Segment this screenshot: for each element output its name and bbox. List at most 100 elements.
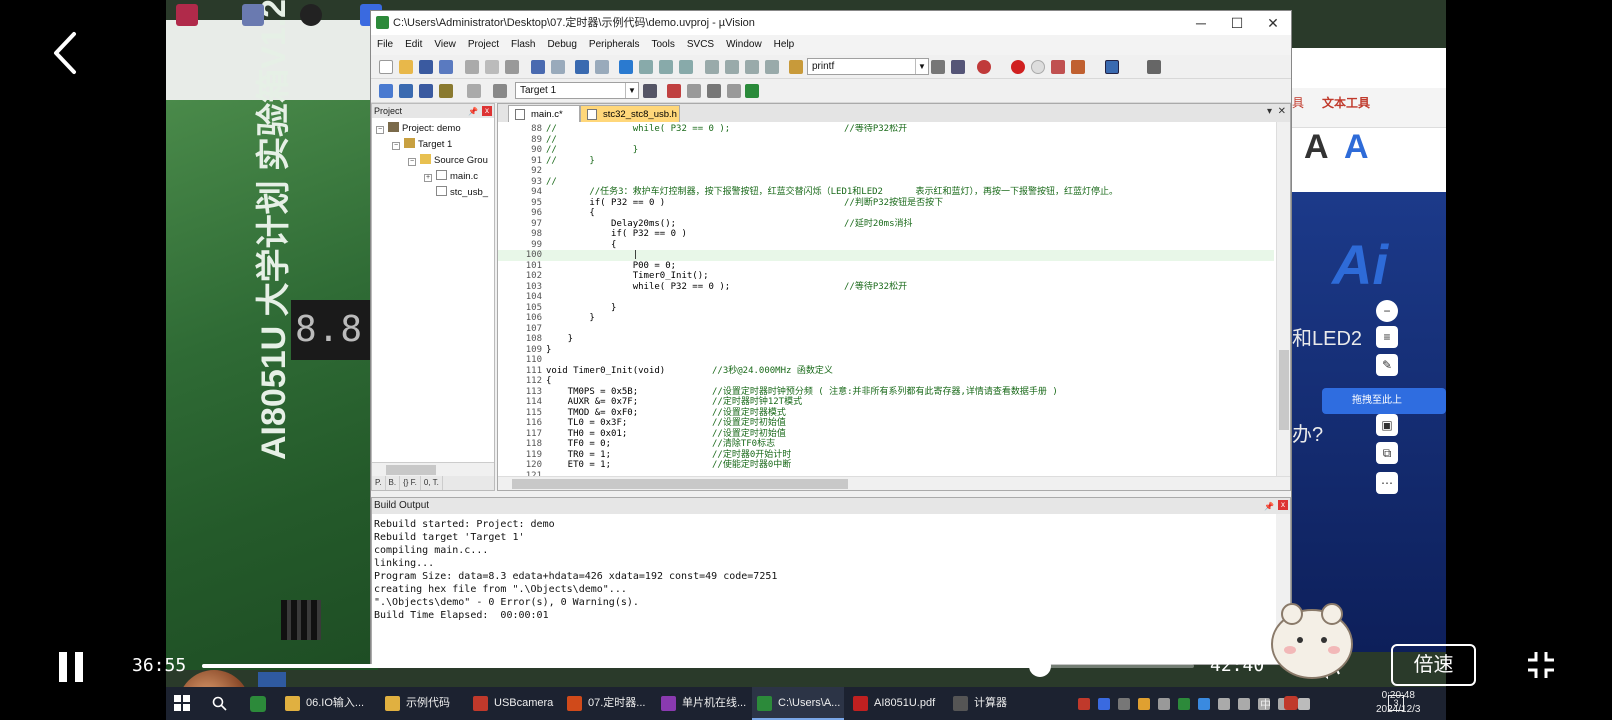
manage-rte-icon[interactable]: [727, 84, 741, 98]
code-line[interactable]: 90 // }: [498, 145, 1274, 156]
tab-usb-header[interactable]: stc32_stc8_usb.h: [580, 105, 680, 122]
code-line[interactable]: 115 TMOD &= 0xF0; //设置定时器模式: [498, 408, 1274, 419]
build-icon[interactable]: [399, 84, 413, 98]
bookmark-clear-icon[interactable]: [679, 60, 693, 74]
code-line[interactable]: 118 TF0 = 0; //清除TF0标志: [498, 439, 1274, 450]
taskbar-app[interactable]: 计算器: [948, 687, 1024, 720]
code-line[interactable]: 101 P00 = 0;: [498, 261, 1274, 272]
progress-bar[interactable]: [202, 655, 1194, 677]
code-line[interactable]: 96 {: [498, 208, 1274, 219]
expand-icon[interactable]: +: [424, 174, 432, 182]
find-combo[interactable]: printf ▼: [807, 58, 929, 75]
paste-icon[interactable]: [505, 60, 519, 74]
code-line[interactable]: 93 //: [498, 177, 1274, 188]
file-extensions-icon[interactable]: [687, 84, 701, 98]
redo-icon[interactable]: [551, 60, 565, 74]
tree-source-group[interactable]: − Source Grou: [408, 154, 488, 168]
find-icon[interactable]: [931, 60, 945, 74]
code-line[interactable]: 99 {: [498, 240, 1274, 251]
back-arrow-icon[interactable]: [50, 30, 80, 76]
cut-icon[interactable]: [465, 60, 479, 74]
code-line[interactable]: 113 TM0PS = 0x5B; //设置定时器时钟预分频 ( 注意:并非所有系…: [498, 387, 1274, 398]
unindent-icon[interactable]: [725, 60, 739, 74]
code-line[interactable]: 95 if( P32 == 0 ) //判断P32按钮是否按下: [498, 198, 1274, 209]
menu-svcs[interactable]: SVCS: [681, 35, 720, 55]
exit-fullscreen-icon[interactable]: [1524, 648, 1558, 682]
minimize-button[interactable]: ─: [1183, 11, 1219, 35]
indent-icon[interactable]: [705, 60, 719, 74]
code-line[interactable]: 110: [498, 355, 1274, 366]
nav-forward-icon[interactable]: [595, 60, 609, 74]
find-in-files-icon[interactable]: [789, 60, 803, 74]
menu-peripherals[interactable]: Peripherals: [583, 35, 646, 55]
batch-build-icon[interactable]: [439, 84, 453, 98]
code-line[interactable]: 106 }: [498, 313, 1274, 324]
tab-main-c[interactable]: main.c*: [508, 105, 580, 122]
pin-icon[interactable]: 📌: [468, 105, 478, 119]
code-line[interactable]: 102 Timer0_Init();: [498, 271, 1274, 282]
download-icon[interactable]: [493, 84, 507, 98]
project-hscrollbar[interactable]: [372, 462, 494, 476]
tab-books[interactable]: B.: [386, 476, 401, 490]
scroll-thumb[interactable]: [386, 465, 436, 475]
collapse-icon[interactable]: −: [408, 158, 416, 166]
menu-tools[interactable]: Tools: [646, 35, 681, 55]
menu-debug[interactable]: Debug: [541, 35, 582, 55]
code-line[interactable]: 109}: [498, 345, 1274, 356]
bookmark-next-icon[interactable]: [659, 60, 673, 74]
scroll-thumb[interactable]: [1279, 350, 1289, 430]
code-line[interactable]: 107: [498, 324, 1274, 335]
uncomment-icon[interactable]: [765, 60, 779, 74]
nav-back-icon[interactable]: [575, 60, 589, 74]
target-select[interactable]: Target 1 ▼: [515, 82, 639, 99]
taskbar-app[interactable]: C:\Users\A...: [752, 687, 844, 720]
tree-file-usb[interactable]: stc_usb_: [436, 186, 488, 200]
code-line[interactable]: 91 // }: [498, 156, 1274, 167]
tab-functions[interactable]: {} F.: [400, 476, 421, 490]
search-icon[interactable]: [212, 696, 227, 711]
copy-icon[interactable]: [485, 60, 499, 74]
code-line[interactable]: 89 //: [498, 135, 1274, 146]
menu-flash[interactable]: Flash: [505, 35, 541, 55]
incremental-find-icon[interactable]: [951, 60, 965, 74]
code-line[interactable]: 116 TL0 = 0x3F; //设置定时初始值: [498, 418, 1274, 429]
tab-templates[interactable]: 0, T.: [421, 476, 443, 490]
code-line[interactable]: 92: [498, 166, 1274, 177]
taskbar-app[interactable]: AI8051U.pdf: [848, 687, 944, 720]
code-line[interactable]: 108 }: [498, 334, 1274, 345]
bookmark-icon[interactable]: [619, 60, 633, 74]
taskbar-app[interactable]: USBcamera: [468, 687, 558, 720]
code-line[interactable]: 120 ET0 = 1; //使能定时器0中断: [498, 460, 1274, 471]
collapse-icon[interactable]: −: [392, 142, 400, 150]
copy-icon[interactable]: ⧉: [1376, 442, 1398, 464]
bookmark-prev-icon[interactable]: [639, 60, 653, 74]
scroll-thumb[interactable]: [512, 479, 848, 489]
rebuild-icon[interactable]: [419, 84, 433, 98]
speed-button[interactable]: 倍速: [1391, 644, 1476, 686]
layers-icon[interactable]: ≡: [1376, 326, 1398, 348]
pinned-app-icon[interactable]: [250, 696, 266, 712]
debug-session-icon[interactable]: [977, 60, 991, 74]
configure-icon[interactable]: [1147, 60, 1161, 74]
editor-vscrollbar[interactable]: [1276, 122, 1290, 478]
manage-project-icon[interactable]: [667, 84, 681, 98]
save-all-icon[interactable]: [439, 60, 453, 74]
code-line[interactable]: 112 {: [498, 376, 1274, 387]
enable-all-breakpoints-icon[interactable]: [1071, 60, 1085, 74]
menu-project[interactable]: Project: [462, 35, 505, 55]
window-layout-icon[interactable]: [1105, 60, 1119, 74]
menu-edit[interactable]: Edit: [399, 35, 428, 55]
more-icon[interactable]: ⋯: [1376, 472, 1398, 494]
windows-start-icon[interactable]: [174, 695, 190, 711]
taskbar-app[interactable]: 示例代码: [380, 687, 464, 720]
maximize-button[interactable]: ☐: [1219, 11, 1255, 35]
breakpoint-icon[interactable]: [1011, 60, 1025, 74]
menu-file[interactable]: File: [371, 35, 399, 55]
tab-project[interactable]: P.: [372, 476, 386, 490]
code-line[interactable]: 104: [498, 292, 1274, 303]
pause-icon[interactable]: [56, 650, 86, 684]
menu-window[interactable]: Window: [720, 35, 768, 55]
code-line[interactable]: 111 void Timer0_Init(void) //3秒@24.000MHz …: [498, 366, 1274, 377]
menu-view[interactable]: View: [428, 35, 462, 55]
undo-icon[interactable]: [531, 60, 545, 74]
